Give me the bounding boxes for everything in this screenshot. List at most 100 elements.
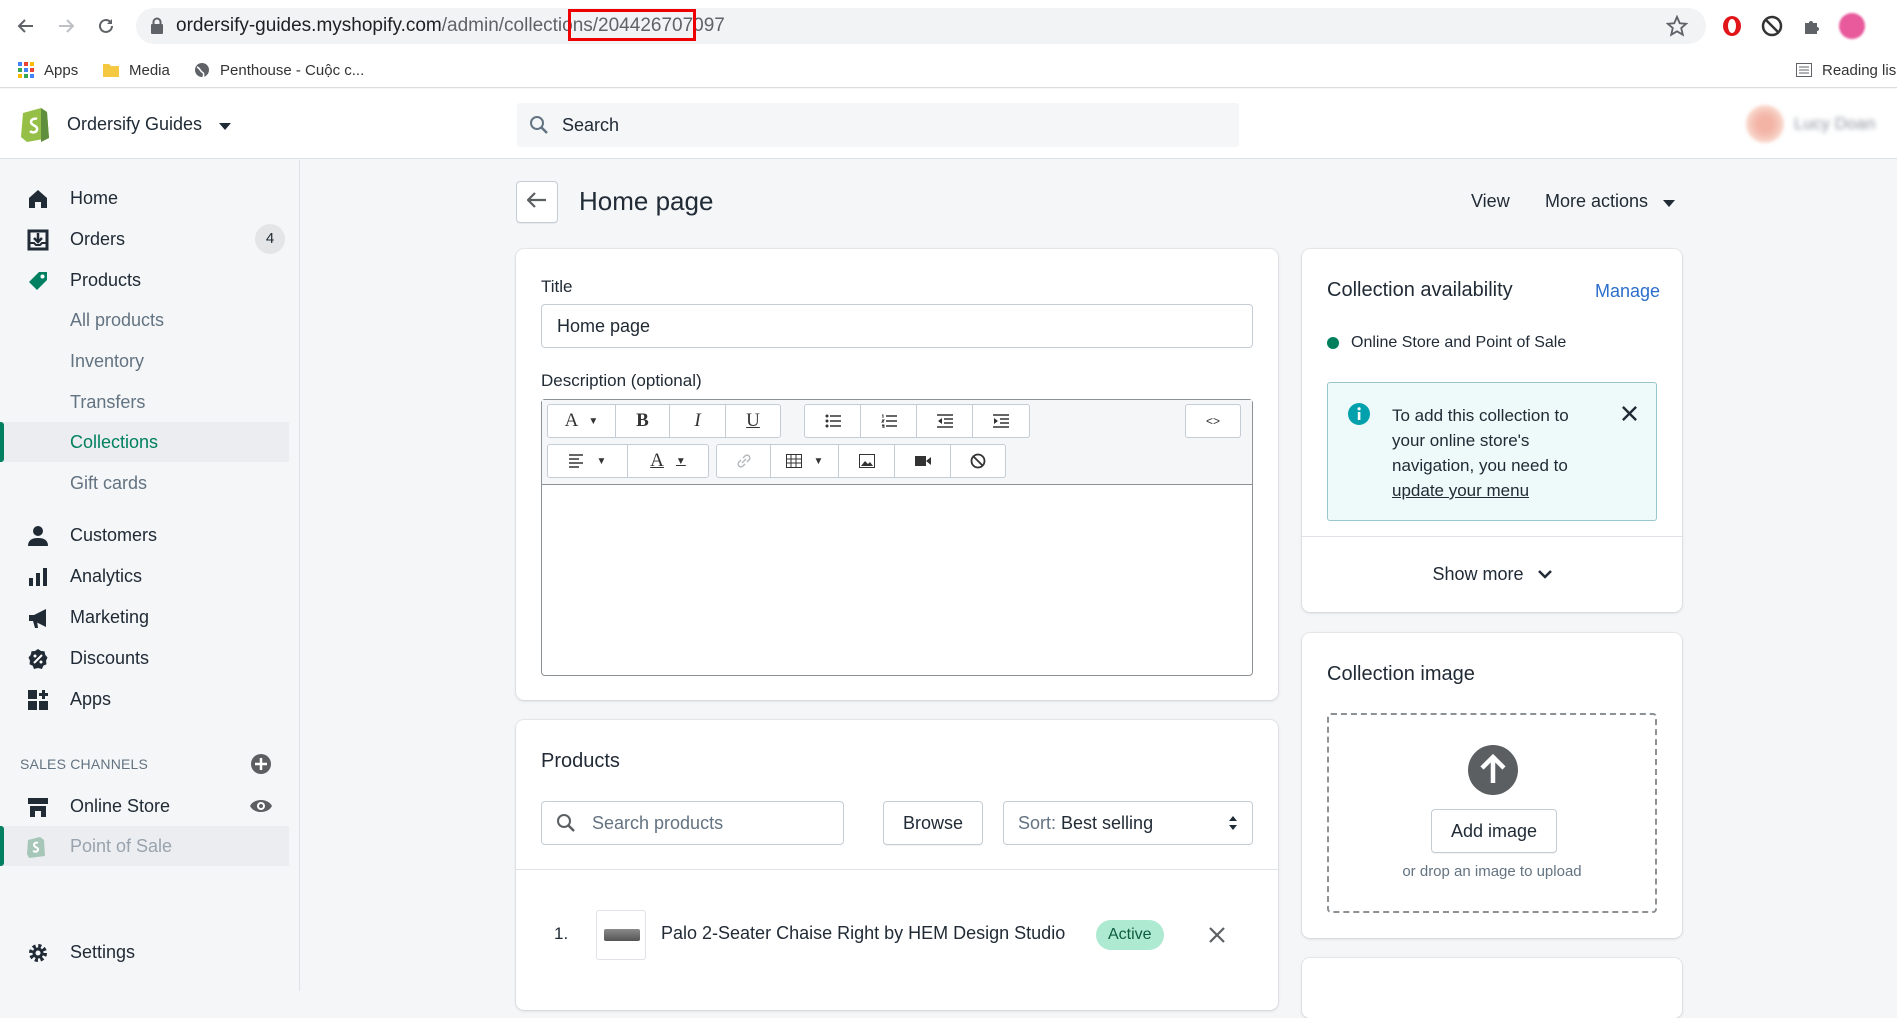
update-menu-link[interactable]: update your menu xyxy=(1392,481,1529,500)
outdent-button[interactable] xyxy=(917,405,973,437)
back-button[interactable] xyxy=(516,181,558,223)
folder-icon xyxy=(103,63,119,77)
next-card xyxy=(1302,958,1682,1018)
text-color-button[interactable]: A ▼ xyxy=(628,445,708,477)
align-button[interactable]: ▼ xyxy=(548,445,628,477)
add-image-button[interactable]: Add image xyxy=(1431,809,1557,853)
sidebar-item-orders[interactable]: Orders 4 xyxy=(0,219,300,259)
sidebar-item-transfers[interactable]: Transfers xyxy=(0,382,300,422)
search-icon xyxy=(529,115,549,140)
sidebar-item-products[interactable]: Products xyxy=(0,260,300,300)
view-button[interactable]: View xyxy=(1471,191,1510,212)
sidebar-label: Collections xyxy=(70,431,159,452)
bookmark-label: Penthouse - Cuộc c... xyxy=(220,61,365,79)
admin-topbar: Ordersify Guides Search Lucy Doan xyxy=(0,89,1897,159)
drop-hint: or drop an image to upload xyxy=(1402,863,1582,880)
browser-toolbar: ordersify-guides.myshopify.com/admin/col… xyxy=(0,0,1897,52)
sidebar-item-home[interactable]: Home xyxy=(0,178,300,218)
back-arrow-icon[interactable] xyxy=(12,12,40,40)
add-channel-icon[interactable] xyxy=(250,753,272,780)
font-style-button[interactable]: A ▼ xyxy=(548,405,616,437)
store-switcher[interactable]: Ordersify Guides xyxy=(67,89,232,159)
blocker-extension-icon[interactable] xyxy=(1758,12,1786,40)
browse-button[interactable]: Browse xyxy=(883,801,983,845)
insert-group: ▼ xyxy=(716,444,1006,478)
profile-icon[interactable] xyxy=(1838,12,1866,40)
sidebar-label: Transfers xyxy=(70,391,146,412)
discount-icon xyxy=(25,646,51,672)
sidebar-label: Settings xyxy=(70,941,136,962)
sidebar-item-analytics[interactable]: Analytics xyxy=(0,556,300,596)
clear-format-button[interactable] xyxy=(951,445,1005,477)
global-search-input[interactable]: Search xyxy=(517,103,1239,147)
arrow-left-icon xyxy=(526,191,547,213)
search-products-placeholder: Search products xyxy=(592,813,724,833)
indent-button[interactable] xyxy=(973,405,1029,437)
bold-button[interactable]: B xyxy=(616,405,670,437)
sidebar-item-gift-cards[interactable]: Gift cards xyxy=(0,463,300,503)
availability-title: Collection availability xyxy=(1327,279,1513,301)
html-group: <> xyxy=(1185,404,1241,438)
description-editor[interactable]: A ▼ B I U <> ▼ A ▼ ▼ xyxy=(541,399,1253,676)
reading-list[interactable]: Reading lis xyxy=(1796,52,1896,88)
sidebar-item-marketing[interactable]: Marketing xyxy=(0,597,300,637)
sidebar-label: Online Store xyxy=(70,795,171,816)
apps-grid-icon xyxy=(18,62,34,78)
orders-count-badge: 4 xyxy=(255,224,285,254)
forward-arrow-icon[interactable] xyxy=(52,12,80,40)
sidebar-label: Gift cards xyxy=(70,472,148,493)
upload-arrow-icon xyxy=(1468,745,1518,800)
caret-down-icon xyxy=(1663,192,1676,213)
product-name[interactable]: Palo 2-Seater Chaise Right by HEM Design… xyxy=(661,923,1065,944)
sidebar-item-settings[interactable]: Settings xyxy=(0,932,300,972)
sidebar-item-all-products[interactable]: All products xyxy=(0,300,300,340)
reload-icon[interactable] xyxy=(92,12,120,40)
bullet-list-button[interactable] xyxy=(805,405,861,437)
image-button[interactable] xyxy=(839,445,895,477)
search-products-input[interactable]: Search products xyxy=(541,801,844,845)
show-html-button[interactable]: <> xyxy=(1186,405,1240,437)
row-index: 1. xyxy=(554,924,569,943)
image-dropzone[interactable]: Add image or drop an image to upload xyxy=(1327,713,1657,913)
manage-link[interactable]: Manage xyxy=(1595,281,1660,302)
bookmark-apps[interactable]: Apps xyxy=(18,52,78,88)
more-actions-button[interactable]: More actions xyxy=(1545,191,1676,213)
avatar[interactable] xyxy=(1746,105,1784,143)
numbered-list-button[interactable] xyxy=(861,405,917,437)
title-input[interactable]: Home page xyxy=(541,304,1253,348)
show-more-label: Show more xyxy=(1432,564,1524,584)
sidebar-label: Customers xyxy=(70,524,158,545)
underline-button[interactable]: U xyxy=(726,405,780,437)
opera-extension-icon[interactable] xyxy=(1718,12,1746,40)
sort-select[interactable]: Sort: Best selling xyxy=(1003,801,1253,845)
show-more-button[interactable]: Show more xyxy=(1302,537,1682,612)
video-button[interactable] xyxy=(895,445,951,477)
sidebar-item-point-of-sale[interactable]: Point of Sale xyxy=(0,826,289,866)
sidebar-item-apps[interactable]: Apps xyxy=(0,679,300,719)
page-title: Home page xyxy=(579,186,714,216)
product-row[interactable]: 1. Palo 2-Seater Chaise Right by HEM Des… xyxy=(516,910,1278,960)
address-bar[interactable]: ordersify-guides.myshopify.com/admin/col… xyxy=(136,8,1706,44)
sidebar-label: All products xyxy=(70,309,165,330)
bookmark-penthouse[interactable]: Penthouse - Cuộc c... xyxy=(194,52,364,88)
eye-icon[interactable] xyxy=(249,797,273,820)
sidebar-item-inventory[interactable]: Inventory xyxy=(0,341,300,381)
sidebar-item-collections[interactable]: Collections xyxy=(0,422,289,462)
sidebar-item-customers[interactable]: Customers xyxy=(0,515,300,555)
sales-channels-heading: SALES CHANNELS xyxy=(20,756,149,772)
italic-button[interactable]: I xyxy=(670,405,726,437)
remove-product-icon[interactable] xyxy=(1208,926,1226,949)
link-button[interactable] xyxy=(717,445,771,477)
star-icon[interactable] xyxy=(1665,14,1689,42)
availability-channel: Online Store and Point of Sale xyxy=(1351,334,1567,351)
description-label: Description (optional) xyxy=(541,371,702,390)
puzzle-extension-icon[interactable] xyxy=(1798,12,1826,40)
close-icon[interactable] xyxy=(1621,405,1638,427)
store-icon xyxy=(25,794,51,820)
navigation-info-banner: To add this collection to your online st… xyxy=(1327,382,1657,521)
shopify-logo-icon[interactable] xyxy=(19,105,51,148)
user-name[interactable]: Lucy Doan xyxy=(1794,89,1875,159)
sidebar-item-discounts[interactable]: Discounts xyxy=(0,638,300,678)
bookmark-media[interactable]: Media xyxy=(103,52,170,88)
table-button[interactable]: ▼ xyxy=(771,445,839,477)
